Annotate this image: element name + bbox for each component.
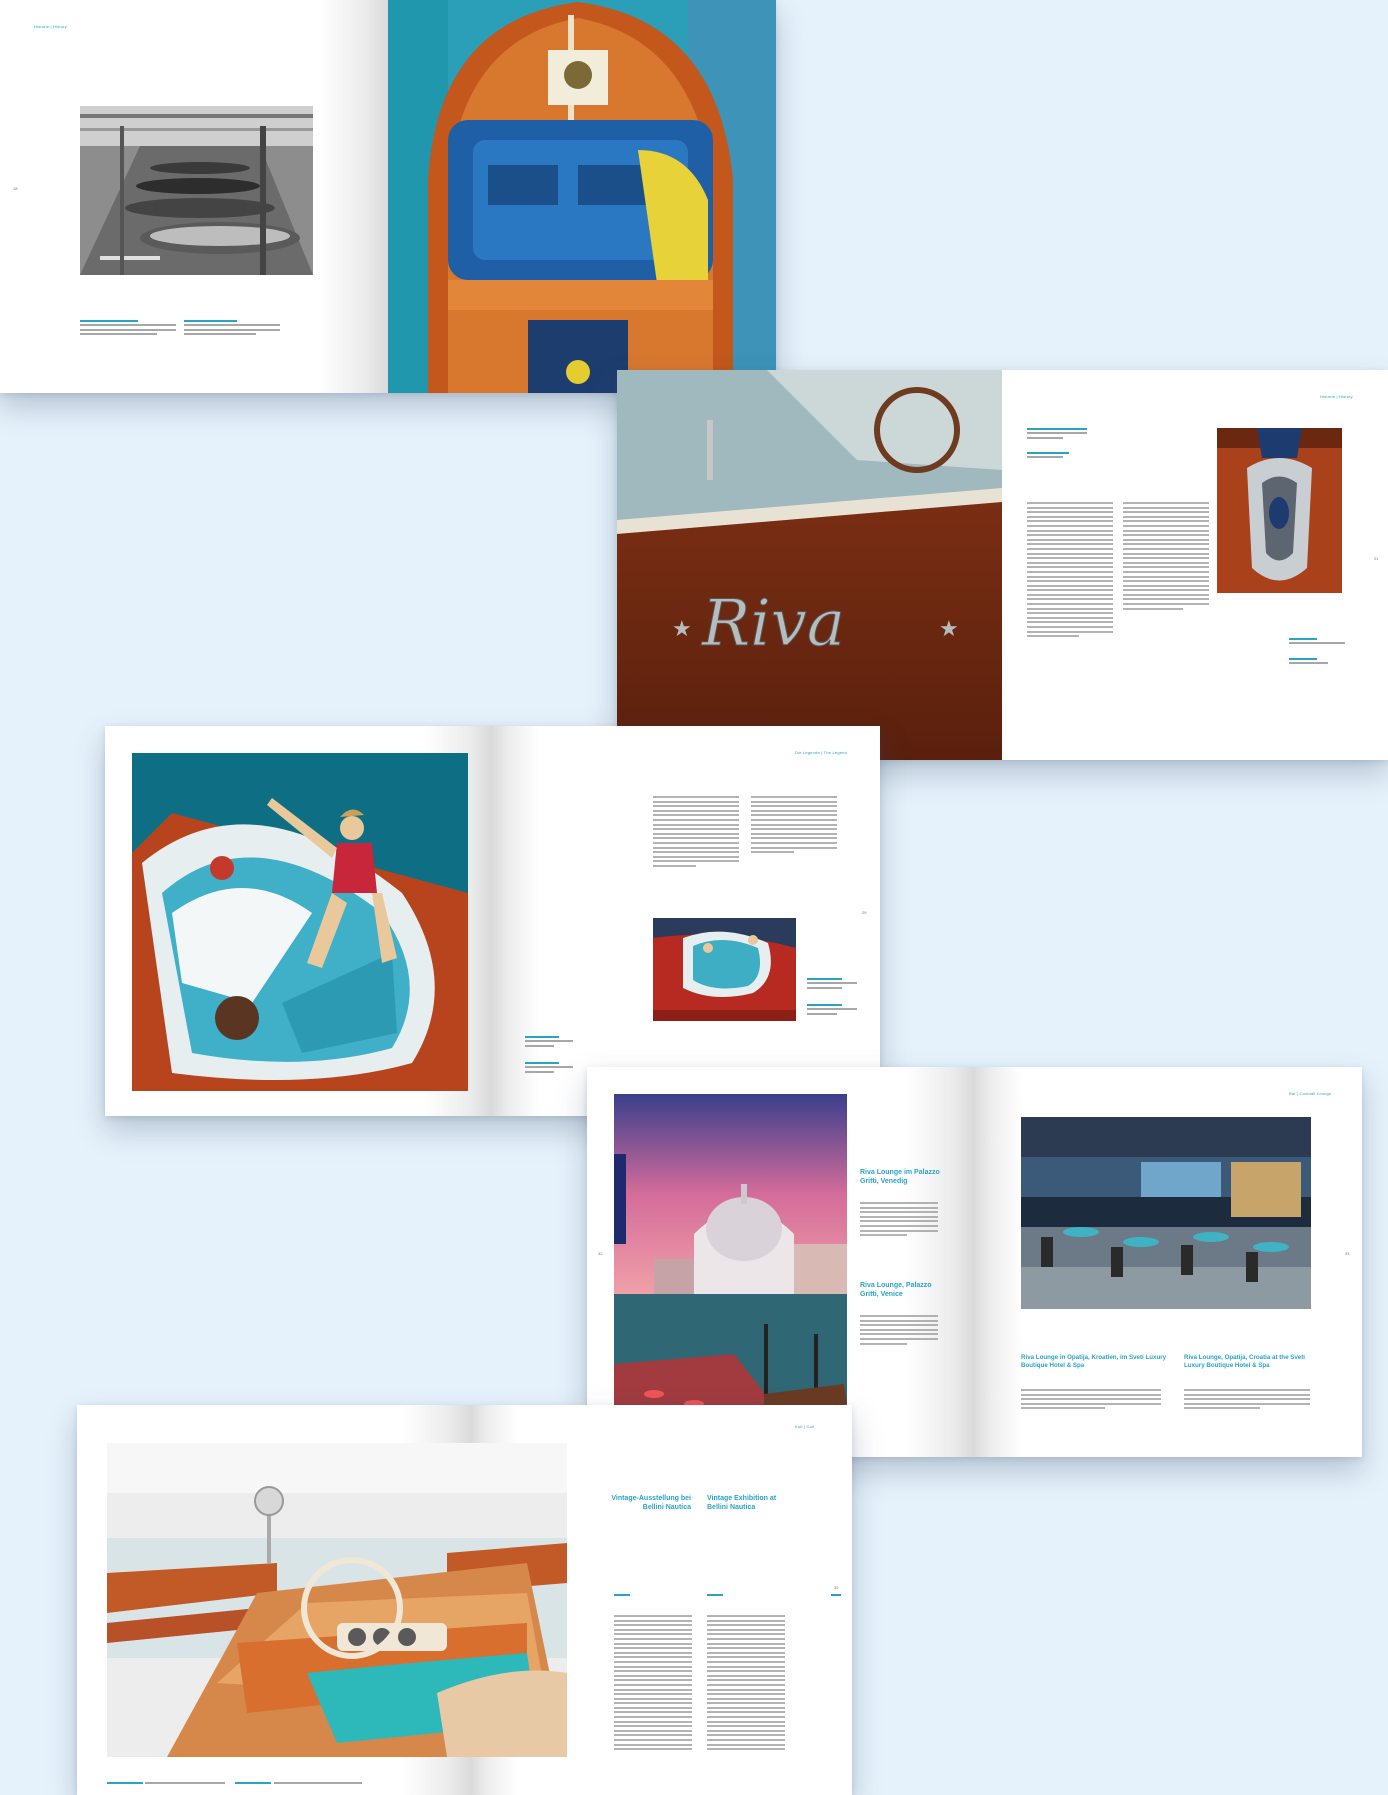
woman-riva-image (132, 753, 468, 1091)
spread-legend: Die Legende | The Legend 29 (105, 726, 880, 1116)
heading-riva-lounge-opatija-de: Riva Lounge in Opatija, Kroatien, im Sve… (1021, 1354, 1167, 1369)
spread5-photo-caption-en (235, 1773, 365, 1791)
lounge-interior-image (1021, 1117, 1311, 1309)
heading-riva-lounge-opatija-en: Riva Lounge, Opatija, Croatia at the Sve… (1184, 1354, 1306, 1369)
heading-vintage-exhibition-en: Vintage Exhibition at Bellini Nautica (707, 1495, 777, 1511)
spread-cocktail-lounge: 32 Riva Lounge im Palazzo Gritti, Venedi… (587, 1067, 1362, 1457)
spread4-opatija-body-de (1021, 1389, 1161, 1412)
spread2-running-header: Historie | History (1320, 394, 1353, 399)
photo-boatyard-bw (80, 106, 313, 275)
spread4-opatija-body-en (1184, 1389, 1310, 1412)
spread5-rule-page (831, 1594, 841, 1596)
photo-riva-logo-hull: Riva ★ ★ (617, 370, 1002, 760)
photo-vintage-riva-cockpit (107, 1443, 567, 1757)
spread4-page-number-left: 32 (598, 1251, 603, 1256)
spread4-running-header: Bar | Cocktail Lounge (1289, 1091, 1332, 1096)
riva-script-logo: Riva (701, 587, 845, 661)
bow-emblem-image (1217, 428, 1342, 593)
photo-venice-salute-sunset (614, 1094, 847, 1431)
spread5-page-number: 39 (834, 1585, 839, 1590)
spread2-side-caption-de (1027, 428, 1087, 441)
photo-boat-deck-open-hatch (388, 0, 776, 393)
heading-riva-lounge-palazzo-gritti-de: Riva Lounge im Palazzo Gritti, Venedig (860, 1169, 940, 1185)
spread3-running-header: Die Legende | The Legend (795, 750, 848, 755)
spread2-body-column-2 (1123, 502, 1209, 612)
spread1-caption-en (184, 320, 280, 338)
star-icon-right: ★ (939, 616, 959, 641)
spread2-side-caption-en (1027, 452, 1087, 461)
spread-cult-bellini: Kult | Cult Vintage-Ausstellung bei Bell… (77, 1405, 852, 1795)
boat-deck-image (388, 0, 776, 393)
spread2-page-number: 21 (1374, 556, 1379, 561)
spread3-body-column-1 (653, 796, 739, 870)
photo-woman-in-riva (132, 753, 468, 1091)
spread5-rule-de (614, 1594, 630, 1596)
spread4-body-en (860, 1315, 938, 1347)
cockpit-image (107, 1443, 567, 1757)
spread4-body-de (860, 1202, 938, 1239)
spread3-runabout-caption-en (807, 1004, 857, 1017)
spread2-emblem-caption-en (1289, 658, 1345, 667)
spread5-photo-caption-de (107, 1773, 227, 1791)
spread1-running-header: Historie | History (34, 24, 67, 29)
star-icon-left: ★ (672, 616, 692, 641)
photo-red-riva-runabout (653, 918, 796, 1021)
heading-vintage-ausstellung-de: Vintage-Ausstellung bei Bellini Nautica (611, 1495, 691, 1511)
riva-hull-image: Riva ★ ★ (617, 370, 1002, 760)
spread5-rule-en (707, 1594, 723, 1596)
venice-image (614, 1094, 847, 1431)
spread3-body-column-2 (751, 796, 837, 856)
spread3-left-caption-en (525, 1062, 573, 1075)
red-runabout-image (653, 918, 796, 1021)
photo-riva-bow-emblem (1217, 428, 1342, 593)
spread-history-2: Riva ★ ★ Historie | History 21 (617, 370, 1388, 760)
spread-history-1: Historie | History 18 (0, 0, 776, 393)
spread4-page-number-right: 33 (1345, 1251, 1350, 1256)
spread3-left-caption-de (525, 1036, 573, 1049)
spread3-page-number: 29 (862, 910, 867, 915)
photo-riva-lounge-interior (1021, 1117, 1311, 1309)
heading-riva-lounge-palazzo-gritti-en: Riva Lounge, Palazzo Gritti, Venice (860, 1282, 932, 1298)
spread5-body-de (614, 1615, 692, 1753)
spread2-body-column-1 (1027, 502, 1113, 640)
spread1-page-number: 18 (13, 186, 18, 191)
spread5-running-header: Kult | Cult (795, 1424, 815, 1429)
spread1-caption-de (80, 320, 176, 338)
spread5-body-en (707, 1615, 785, 1753)
boatyard-bw-image (80, 106, 313, 275)
spread3-runabout-caption-de (807, 978, 857, 991)
spread2-emblem-caption-de (1289, 638, 1345, 647)
